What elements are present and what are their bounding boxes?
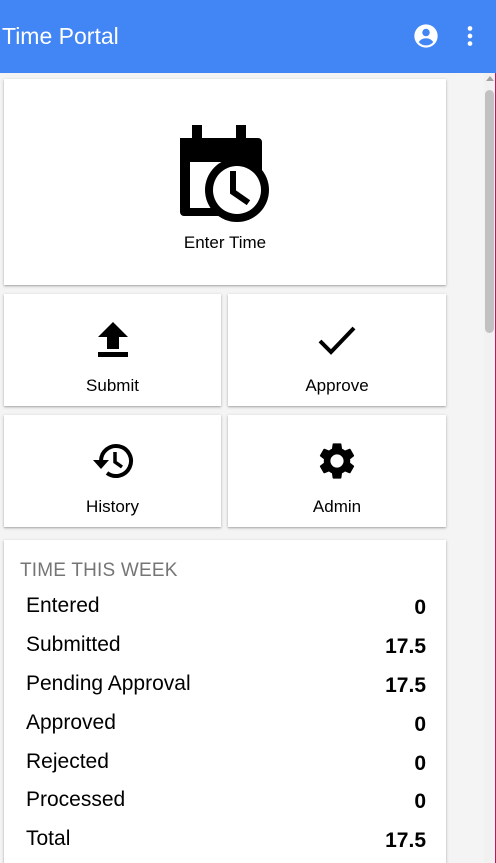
- scroll-up-arrow-icon[interactable]: [486, 76, 494, 81]
- week-row-entered: Entered 0: [26, 594, 426, 624]
- approve-tile[interactable]: Approve: [228, 294, 446, 406]
- week-row-value: 0: [414, 596, 426, 619]
- week-row-label: Pending Approval: [26, 672, 191, 695]
- history-icon: [90, 441, 136, 486]
- week-row-value: 0: [414, 790, 426, 813]
- week-row-pending-approval: Pending Approval 17.5: [26, 672, 426, 702]
- enter-time-tile[interactable]: Enter Time: [4, 79, 446, 285]
- week-row-label: Processed: [26, 788, 126, 811]
- app-bar: Time Portal: [0, 0, 496, 73]
- enter-time-label: Enter Time: [183, 233, 267, 252]
- week-row-rejected: Rejected 0: [26, 750, 426, 780]
- more-vert-icon[interactable]: [456, 22, 484, 50]
- admin-tile[interactable]: Admin: [228, 415, 446, 527]
- upload-icon: [96, 321, 130, 364]
- check-icon: [317, 324, 357, 361]
- week-row-total: Total 17.5: [26, 827, 426, 857]
- history-label: History: [86, 497, 139, 516]
- approve-label: Approve: [305, 376, 369, 395]
- week-row-label: Approved: [26, 711, 116, 734]
- week-row-value: 17.5: [385, 635, 426, 658]
- week-row-label: Total: [26, 827, 71, 850]
- week-row-label: Entered: [26, 594, 100, 617]
- submit-label: Submit: [86, 376, 139, 395]
- admin-label: Admin: [312, 497, 362, 516]
- time-this-week-card: TIME THIS WEEK Entered 0 Submitted 17.5 …: [4, 540, 446, 863]
- week-row-label: Submitted: [26, 633, 121, 656]
- app-title: Time Portal: [2, 23, 119, 49]
- week-row-approved: Approved 0: [26, 711, 426, 741]
- week-row-value: 0: [414, 713, 426, 736]
- gear-icon: [315, 439, 359, 488]
- week-row-submitted: Submitted 17.5: [26, 633, 426, 663]
- submit-tile[interactable]: Submit: [4, 294, 221, 406]
- week-row-value: 17.5: [385, 829, 426, 852]
- dashboard-content: Enter Time Submit Approve History Admin …: [0, 73, 484, 863]
- week-row-value: 17.5: [385, 674, 426, 697]
- history-tile[interactable]: History: [4, 415, 221, 527]
- week-row-value: 0: [414, 752, 426, 775]
- time-this-week-header: TIME THIS WEEK: [20, 560, 178, 581]
- account-circle-icon[interactable]: [412, 22, 440, 50]
- calendar-clock-icon: [178, 122, 272, 227]
- week-row-processed: Processed 0: [26, 788, 426, 818]
- week-row-label: Rejected: [26, 750, 109, 773]
- scrollbar-thumb[interactable]: [485, 90, 494, 333]
